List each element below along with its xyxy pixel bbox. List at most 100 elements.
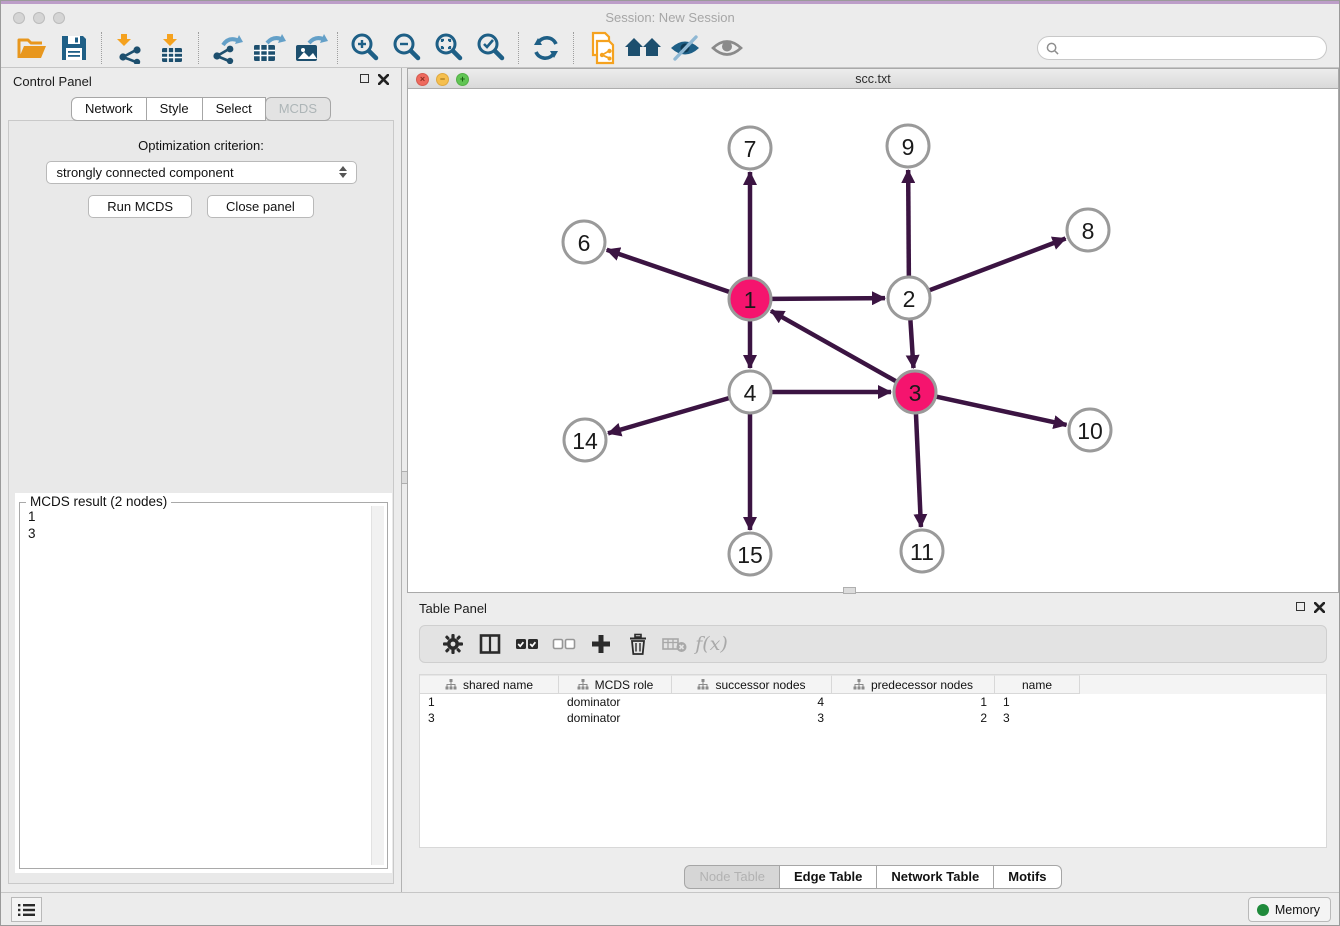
table-body: 1dominator4113dominator323 <box>420 694 1326 726</box>
duplicate-network-icon[interactable] <box>580 30 622 66</box>
tab-node-table[interactable]: Node Table <box>684 865 780 889</box>
table-cell[interactable]: 4 <box>672 694 832 710</box>
tab-mcds[interactable]: MCDS <box>265 97 331 121</box>
tab-select[interactable]: Select <box>203 97 266 121</box>
titlebar: Session: New Session <box>1 1 1339 28</box>
column-header-successor-nodes[interactable]: successor nodes <box>672 675 832 694</box>
search-input[interactable] <box>1064 41 1318 55</box>
table-row[interactable]: 1dominator411 <box>420 694 1326 710</box>
zoom-in-icon[interactable] <box>344 30 386 66</box>
graph-edge-1-6[interactable] <box>607 250 729 292</box>
table-cell[interactable]: 2 <box>832 710 995 726</box>
memory-button[interactable]: Memory <box>1248 897 1331 922</box>
graph-edge-2-3[interactable] <box>910 320 913 368</box>
list-icon <box>18 903 35 917</box>
tab-motifs[interactable]: Motifs <box>994 865 1061 889</box>
function-builder-icon: f(x) <box>693 633 730 655</box>
close-table-panel-icon[interactable] <box>1314 602 1325 613</box>
export-image-icon[interactable] <box>289 30 331 66</box>
task-history-button[interactable] <box>11 897 42 922</box>
table-cell[interactable]: 3 <box>420 710 559 726</box>
column-label: predecessor nodes <box>871 678 973 692</box>
graph-node-label-6: 6 <box>578 230 591 256</box>
graph-edge-4-14[interactable] <box>608 398 729 433</box>
column-header-shared-name[interactable]: shared name <box>420 675 559 694</box>
network-canvas[interactable]: 7968124314101511 <box>408 89 1338 592</box>
column-header-predecessor-nodes[interactable]: predecessor nodes <box>832 675 995 694</box>
zoom-selected-icon[interactable] <box>470 30 512 66</box>
optimization-criterion-label: Optimization criterion: <box>9 138 393 153</box>
toolbar-separator <box>518 32 519 64</box>
zoom-out-icon[interactable] <box>386 30 428 66</box>
table-cell[interactable]: dominator <box>559 694 672 710</box>
show-all-eye-icon[interactable] <box>706 30 748 66</box>
open-session-icon[interactable] <box>11 30 53 66</box>
table-cell[interactable]: 1 <box>420 694 559 710</box>
graph-edge-2-8[interactable] <box>930 239 1066 291</box>
graph-node-label-9: 9 <box>902 134 915 160</box>
export-network-icon[interactable] <box>205 30 247 66</box>
column-layout-icon[interactable] <box>471 633 508 655</box>
table-cell[interactable]: dominator <box>559 710 672 726</box>
tab-network-table[interactable]: Network Table <box>877 865 994 889</box>
node-table[interactable]: shared nameMCDS rolesuccessor nodes prede… <box>419 674 1327 848</box>
mcds-result-box: MCDS result (2 nodes) 1 3 <box>15 493 392 873</box>
table-cell[interactable]: 1 <box>832 694 995 710</box>
tab-style[interactable]: Style <box>147 97 203 121</box>
select-all-icon[interactable] <box>508 633 545 655</box>
criterion-dropdown[interactable]: strongly connected component <box>46 161 357 184</box>
search-field[interactable] <box>1037 36 1327 60</box>
column-header-MCDS-role[interactable]: MCDS role <box>559 675 672 694</box>
run-mcds-button[interactable]: Run MCDS <box>88 195 192 218</box>
window-title: Session: New Session <box>1 10 1339 25</box>
criterion-value: strongly connected component <box>57 165 234 180</box>
add-row-icon[interactable] <box>582 633 619 655</box>
graph-node-label-10: 10 <box>1077 418 1103 444</box>
tab-edge-table[interactable]: Edge Table <box>780 865 877 889</box>
import-table-icon[interactable] <box>150 30 192 66</box>
column-label: name <box>1022 678 1052 692</box>
float-table-panel-icon[interactable] <box>1296 602 1305 611</box>
table-panel: Table Panel <box>407 594 1339 892</box>
save-session-icon[interactable] <box>53 30 95 66</box>
toolbar-separator <box>198 32 199 64</box>
control-panel-title: Control Panel <box>13 74 92 89</box>
delete-row-trash-icon[interactable] <box>619 633 656 655</box>
zoom-fit-icon[interactable] <box>428 30 470 66</box>
refresh-icon[interactable] <box>525 30 567 66</box>
column-type-icon <box>577 679 589 690</box>
hide-selected-eye-icon[interactable] <box>664 30 706 66</box>
graph-node-label-7: 7 <box>744 136 757 162</box>
toolbar-separator <box>101 32 102 64</box>
graph-edge-3-11[interactable] <box>916 414 921 527</box>
graph-edge-2-9[interactable] <box>908 170 909 276</box>
memory-status-icon <box>1257 904 1269 916</box>
close-panel-button[interactable]: Close panel <box>207 195 314 218</box>
deselect-all-icon[interactable] <box>545 633 582 655</box>
home-icon[interactable] <box>622 30 664 66</box>
graph-edge-1-2[interactable] <box>772 298 885 299</box>
table-cell[interactable]: 3 <box>995 710 1080 726</box>
result-scrollbar[interactable] <box>371 506 384 865</box>
graph-edges <box>607 170 1067 530</box>
dropdown-stepper-icon <box>339 166 347 178</box>
mcds-panel-body: Optimization criterion: strongly connect… <box>8 120 394 884</box>
table-row[interactable]: 3dominator323 <box>420 710 1326 726</box>
import-network-icon[interactable] <box>108 30 150 66</box>
tab-network[interactable]: Network <box>71 97 147 121</box>
column-header-name[interactable]: name <box>995 675 1080 694</box>
export-table-icon[interactable] <box>247 30 289 66</box>
table-cell[interactable]: 3 <box>672 710 832 726</box>
table-settings-gear-icon[interactable] <box>434 633 471 655</box>
close-panel-icon[interactable] <box>378 74 389 85</box>
table-cell[interactable]: 1 <box>995 694 1080 710</box>
graph-node-label-4: 4 <box>744 380 757 406</box>
column-type-icon <box>697 679 709 690</box>
horizontal-split-handle[interactable] <box>843 587 856 594</box>
graph-edge-3-1[interactable] <box>771 311 896 381</box>
table-panel-title: Table Panel <box>419 601 487 616</box>
float-panel-icon[interactable] <box>360 74 369 83</box>
graph-node-label-3: 3 <box>909 380 922 406</box>
graph-edge-3-10[interactable] <box>936 397 1066 425</box>
network-window-titlebar[interactable]: × − + scc.txt <box>408 69 1338 89</box>
